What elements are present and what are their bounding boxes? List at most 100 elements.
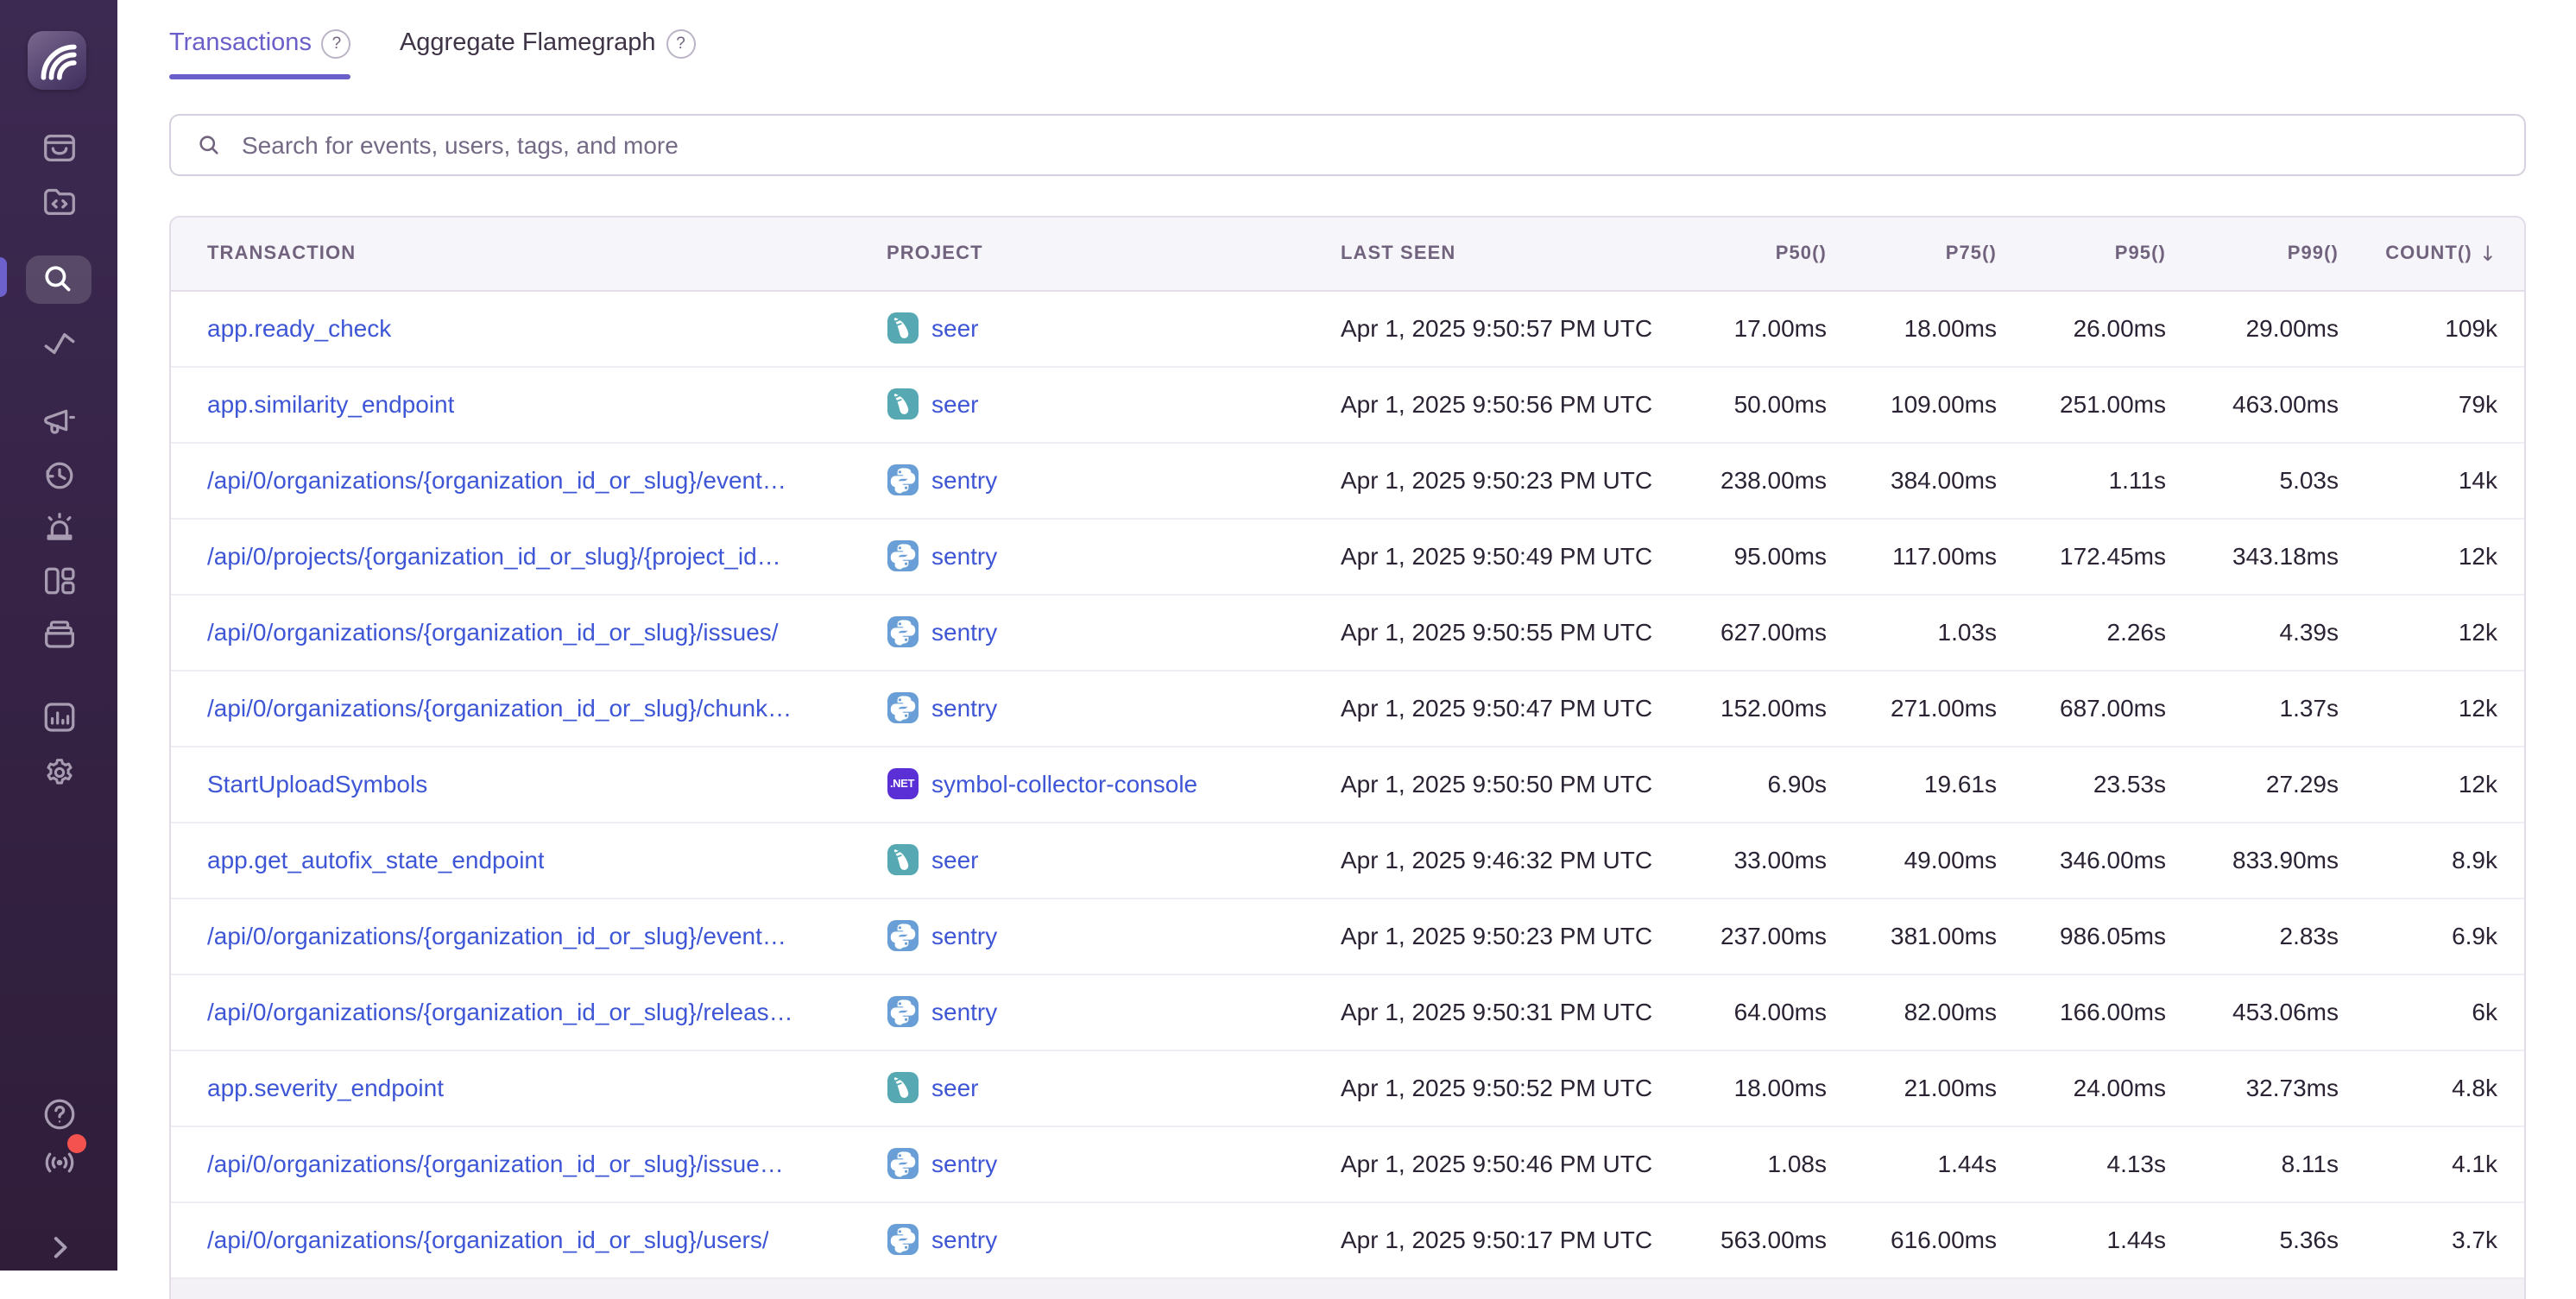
transaction-link[interactable]: /api/0/organizations/{organization_id_or… bbox=[207, 1150, 784, 1177]
count-value: 8.9k bbox=[2339, 846, 2523, 873]
p95-value: 4.13s bbox=[1997, 1150, 2166, 1177]
last-seen-value: Apr 1, 2025 9:50:23 PM UTC bbox=[1341, 922, 1651, 949]
python-project-icon bbox=[887, 1148, 918, 1179]
transaction-link[interactable]: /api/0/projects/{organization_id_or_slug… bbox=[207, 542, 781, 570]
p50-value: 17.00ms bbox=[1651, 314, 1827, 342]
search-bar[interactable] bbox=[169, 113, 2525, 175]
p50-value: 563.00ms bbox=[1651, 1226, 1827, 1253]
p75-value: 271.00ms bbox=[1827, 694, 1997, 722]
releases-icon[interactable] bbox=[36, 611, 81, 656]
project-link[interactable]: sentry bbox=[931, 922, 997, 949]
table-row: /api/0/organizations/{organization_id_or… bbox=[171, 669, 2523, 745]
project-link[interactable]: seer bbox=[931, 314, 978, 342]
transaction-link[interactable]: app.similarity_endpoint bbox=[207, 390, 454, 418]
project-link[interactable]: sentry bbox=[931, 618, 997, 646]
stats-icon[interactable] bbox=[36, 694, 81, 739]
p99-value: 5.36s bbox=[2166, 1226, 2339, 1253]
transaction-link[interactable]: /api/0/organizations/{organization_id_or… bbox=[207, 618, 779, 646]
project-link[interactable]: seer bbox=[931, 390, 978, 418]
help-icon[interactable] bbox=[36, 1091, 81, 1136]
column-header-p50[interactable]: P50() bbox=[1651, 243, 1827, 264]
project-link[interactable]: sentry bbox=[931, 998, 997, 1025]
python-project-icon bbox=[887, 464, 918, 495]
column-header-p75[interactable]: P75() bbox=[1827, 243, 1997, 264]
p99-value: 5.03s bbox=[2166, 466, 2339, 494]
column-header-last-seen[interactable]: LAST SEEN bbox=[1341, 243, 1651, 264]
tab-bar: Transactions ? Aggregate Flamegraph ? bbox=[169, 0, 2525, 86]
p95-value: 172.45ms bbox=[1997, 542, 2166, 570]
table-row: /api/0/organizations/{organization_id_or… bbox=[171, 441, 2523, 517]
search-magnifier-icon bbox=[197, 132, 221, 156]
seer-project-icon bbox=[887, 844, 918, 875]
p50-value: 237.00ms bbox=[1651, 922, 1827, 949]
transaction-link[interactable]: /api/0/organizations/{organization_id_or… bbox=[207, 922, 786, 949]
transaction-link[interactable]: app.ready_check bbox=[207, 314, 391, 342]
transaction-link[interactable]: app.get_autofix_state_endpoint bbox=[207, 846, 545, 873]
p99-value: 463.00ms bbox=[2166, 390, 2339, 418]
transaction-link[interactable]: /api/0/organizations/{organization_id_or… bbox=[207, 694, 792, 722]
transaction-link[interactable]: StartUploadSymbols bbox=[207, 770, 427, 798]
p75-value: 82.00ms bbox=[1827, 998, 1997, 1025]
tab-aggregate-flamegraph-help-icon[interactable]: ? bbox=[666, 29, 696, 59]
project-link[interactable]: sentry bbox=[931, 466, 997, 494]
collapse-sidebar-chevron-icon[interactable] bbox=[36, 1222, 81, 1267]
tab-transactions-help-icon[interactable]: ? bbox=[322, 29, 351, 59]
p99-value: 343.18ms bbox=[2166, 542, 2339, 570]
p95-value: 986.05ms bbox=[1997, 922, 2166, 949]
settings-gear-icon[interactable] bbox=[36, 749, 81, 794]
p75-value: 1.44s bbox=[1827, 1150, 1997, 1177]
project-link[interactable]: symbol-collector-console bbox=[931, 770, 1197, 798]
python-project-icon bbox=[887, 996, 918, 1027]
column-header-p99[interactable]: P99() bbox=[2166, 243, 2339, 264]
project-link[interactable]: sentry bbox=[931, 1226, 997, 1253]
project-link[interactable]: sentry bbox=[931, 694, 997, 722]
last-seen-value: Apr 1, 2025 9:50:52 PM UTC bbox=[1341, 1074, 1651, 1101]
transaction-link[interactable]: /api/0/organizations/{organization_id_or… bbox=[207, 998, 793, 1025]
python-project-icon bbox=[887, 1224, 918, 1255]
count-value: 12k bbox=[2339, 694, 2523, 722]
p99-value: 833.90ms bbox=[2166, 846, 2339, 873]
project-link[interactable]: seer bbox=[931, 846, 978, 873]
active-nav-indicator bbox=[0, 256, 6, 296]
p75-value: 616.00ms bbox=[1827, 1226, 1997, 1253]
table-row: app.similarity_endpointseerApr 1, 2025 9… bbox=[171, 365, 2523, 441]
sentry-logo-icon[interactable] bbox=[28, 31, 86, 90]
table-body: app.ready_checkseerApr 1, 2025 9:50:57 P… bbox=[171, 291, 2523, 1277]
sidebar bbox=[0, 0, 117, 1271]
tab-transactions[interactable]: Transactions ? bbox=[169, 0, 351, 86]
alerts-siren-icon[interactable] bbox=[36, 506, 81, 551]
search-icon[interactable] bbox=[25, 255, 91, 303]
project-link[interactable]: seer bbox=[931, 1074, 978, 1101]
last-seen-value: Apr 1, 2025 9:50:23 PM UTC bbox=[1341, 466, 1651, 494]
p75-value: 49.00ms bbox=[1827, 846, 1997, 873]
table-row: StartUploadSymbols.NETsymbol-collector-c… bbox=[171, 745, 2523, 821]
traces-icon[interactable] bbox=[36, 318, 81, 363]
transaction-link[interactable]: /api/0/organizations/{organization_id_or… bbox=[207, 466, 786, 494]
p50-value: 95.00ms bbox=[1651, 542, 1827, 570]
replays-icon[interactable] bbox=[36, 452, 81, 497]
feedback-megaphone-icon[interactable] bbox=[36, 397, 81, 442]
p95-value: 1.11s bbox=[1997, 466, 2166, 494]
column-header-transaction[interactable]: TRANSACTION bbox=[171, 243, 887, 264]
transaction-link[interactable]: app.severity_endpoint bbox=[207, 1074, 444, 1101]
last-seen-value: Apr 1, 2025 9:50:50 PM UTC bbox=[1341, 770, 1651, 798]
explore-icon[interactable] bbox=[36, 178, 81, 223]
tab-aggregate-flamegraph[interactable]: Aggregate Flamegraph ? bbox=[400, 0, 696, 86]
column-header-count[interactable]: COUNT()↓ bbox=[2339, 242, 2523, 266]
table-header: TRANSACTION PROJECT LAST SEEN P50() P75(… bbox=[171, 218, 2523, 291]
p95-value: 687.00ms bbox=[1997, 694, 2166, 722]
project-link[interactable]: sentry bbox=[931, 1150, 997, 1177]
tab-aggregate-flamegraph-label: Aggregate Flamegraph bbox=[400, 29, 656, 57]
issues-icon[interactable] bbox=[36, 124, 81, 169]
dashboards-icon[interactable] bbox=[36, 558, 81, 603]
project-link[interactable]: sentry bbox=[931, 542, 997, 570]
column-header-project[interactable]: PROJECT bbox=[887, 243, 1341, 264]
table-row: /api/0/organizations/{organization_id_or… bbox=[171, 897, 2523, 973]
search-input[interactable] bbox=[238, 129, 2503, 160]
transaction-link[interactable]: /api/0/organizations/{organization_id_or… bbox=[207, 1226, 769, 1253]
column-header-p95[interactable]: P95() bbox=[1997, 243, 2166, 264]
p75-value: 21.00ms bbox=[1827, 1074, 1997, 1101]
p50-value: 6.90s bbox=[1651, 770, 1827, 798]
app-viewport: Transactions ? Aggregate Flamegraph ? TR… bbox=[0, 0, 2576, 1271]
seer-project-icon bbox=[887, 312, 918, 344]
